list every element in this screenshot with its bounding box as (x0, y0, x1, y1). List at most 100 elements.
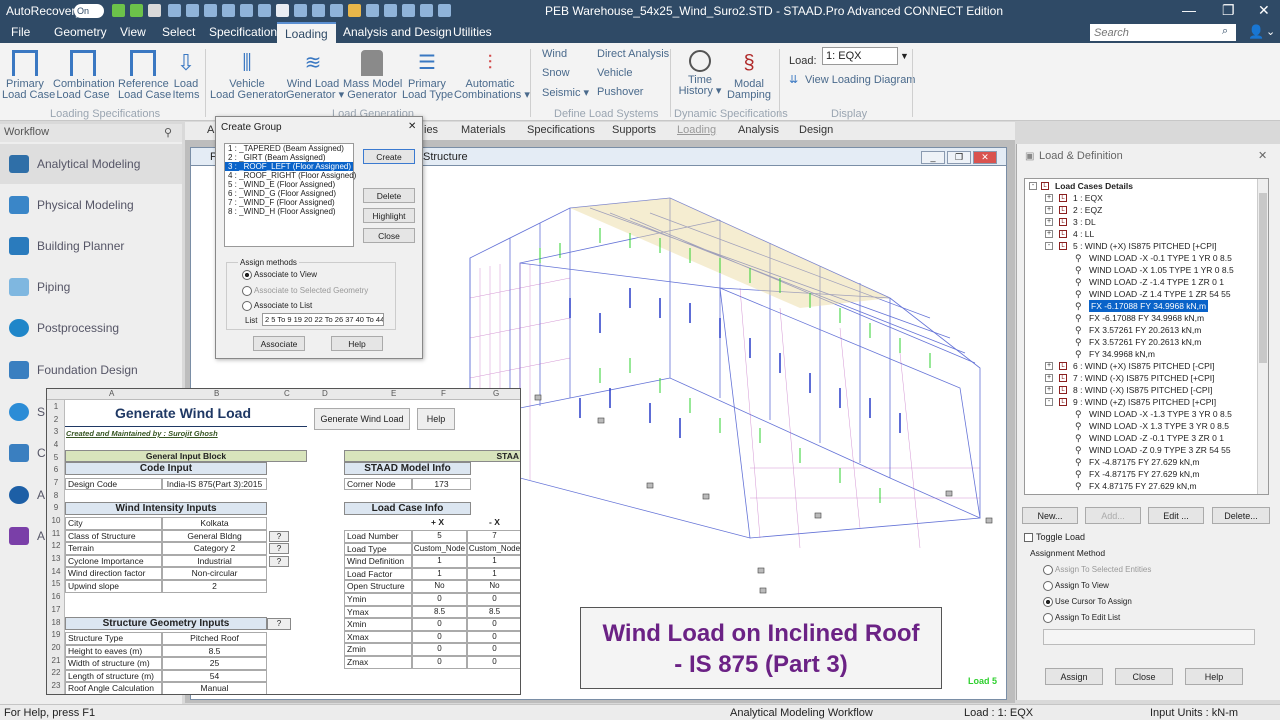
viewport-minimize-icon[interactable]: _ (921, 151, 945, 164)
menu-utilities[interactable]: Utilities (453, 25, 492, 39)
new-button[interactable]: New... (1022, 507, 1078, 524)
list-item[interactable]: 7 : _WIND_F (Floor Assigned) (225, 198, 353, 207)
seismic-button[interactable]: Seismic ▾ (542, 86, 589, 99)
load-cases-tree[interactable]: - L Load Cases Details + L 1 : EQX + L 2 : EQ… (1024, 178, 1269, 495)
load-case-minus-x[interactable]: Custom_Node (467, 542, 520, 556)
chevron-down-icon[interactable]: ⌄ (1266, 25, 1275, 38)
tree-load-case[interactable]: 7 : WIND (-X) IS875 PITCHED [+CPI] (1073, 372, 1214, 384)
load-items-button[interactable]: ⇩ Load Items (170, 50, 202, 101)
search-input[interactable] (1090, 24, 1236, 41)
load-case-minus-x[interactable]: 0 (467, 618, 520, 631)
load-case-plus-x[interactable]: 0 (412, 630, 467, 644)
geometry-help-button[interactable]: ? (267, 618, 291, 630)
list-input[interactable]: 2 5 To 9 19 20 22 To 26 37 40 To 44 E (262, 313, 384, 326)
associate-geometry-radio[interactable]: Associate to Selected Geometry (242, 286, 368, 296)
vehicle-load-generator-button[interactable]: ⫼ Vehicle Load Generator (210, 50, 287, 101)
close-button[interactable]: Close (363, 228, 415, 243)
help-button[interactable]: Help (331, 336, 383, 351)
snap-icon[interactable] (402, 4, 415, 17)
tree-load-item[interactable]: WIND LOAD -Z -0.1 TYPE 3 ZR 0 1 (1089, 432, 1224, 444)
tree-load-item[interactable]: FY 34.9968 kN,m (1089, 348, 1155, 360)
tree-load-item[interactable]: FX -6.17088 FY 34.9968 kN,m (1089, 300, 1209, 312)
close-icon[interactable]: ✕ (1258, 2, 1270, 19)
tab-a[interactable]: A (207, 124, 214, 136)
delete-load-button[interactable]: Delete... (1212, 507, 1270, 524)
wind-input-value[interactable]: Non-circular (162, 567, 267, 580)
load-case-plus-x[interactable]: 0 (412, 618, 467, 631)
menu-select[interactable]: Select (162, 25, 195, 39)
tree-load-item[interactable]: WIND LOAD -Z 0.9 TYPE 3 ZR 54 55 (1089, 444, 1231, 456)
tree-load-item[interactable]: FX -4.87175 FY 27.629 kN,m (1089, 468, 1199, 480)
tree-load-item[interactable]: FX 3.57261 FY 20.2613 kN,m (1089, 336, 1201, 348)
view-loading-diagram-button[interactable]: View Loading Diagram (805, 74, 915, 86)
load-case-plus-x[interactable]: 1 (412, 567, 467, 581)
search-icon[interactable]: ⌕ (1222, 25, 1228, 38)
panel-help-button[interactable]: Help (1185, 668, 1243, 685)
tab-materials[interactable]: Materials (461, 124, 506, 136)
load-case-minus-x[interactable]: 0 (467, 593, 520, 606)
chevron-down-icon[interactable]: ▼ (900, 51, 909, 61)
tree-load-case[interactable]: 3 : DL (1073, 216, 1096, 228)
pin-icon[interactable]: ⚲ (164, 126, 172, 139)
menu-geometry[interactable]: Geometry (54, 25, 107, 39)
menu-loading[interactable]: Loading (277, 22, 336, 43)
menu-analysis-design[interactable]: Analysis and Design (343, 25, 452, 39)
tree-load-case[interactable]: 5 : WIND (+X) IS875 PITCHED [+CPI] (1073, 240, 1217, 252)
load-case-plus-x[interactable]: 0 (412, 656, 467, 669)
geometry-value[interactable]: Manual (162, 682, 267, 694)
collapse-icon[interactable]: - (1029, 182, 1037, 190)
viewport-close-icon[interactable]: ✕ (973, 151, 997, 164)
associate-button[interactable]: Associate (253, 336, 305, 351)
workflow-building-planner[interactable]: Building Planner (0, 226, 182, 266)
panel-close-icon[interactable]: ✕ (1258, 149, 1267, 162)
restore-icon[interactable]: ❐ (1222, 2, 1235, 19)
tree-load-item[interactable]: FX 3.57261 FY 20.2613 kN,m (1089, 324, 1201, 336)
tree-load-item[interactable]: WIND LOAD -X 1.3 TYPE 3 YR 0 8.5 (1089, 420, 1229, 432)
collapse-icon[interactable]: - (1045, 242, 1053, 250)
print-icon[interactable] (258, 4, 271, 17)
tab-design[interactable]: Design (799, 124, 833, 136)
load-case-minus-x[interactable]: 8.5 (467, 605, 520, 619)
tree-root[interactable]: Load Cases Details (1055, 180, 1133, 192)
design-code-value[interactable]: India-IS 875(Part 3):2015 (162, 478, 267, 490)
back-icon[interactable] (112, 4, 125, 17)
load-case-minus-x[interactable]: 0 (467, 656, 520, 669)
tree-load-item[interactable]: WIND LOAD -Z 1.4 TYPE 1 ZR 54 55 (1089, 288, 1231, 300)
use-cursor-radio[interactable]: Use Cursor To Assign (1043, 597, 1132, 607)
add-button[interactable]: Add... (1085, 507, 1141, 524)
expand-icon[interactable]: + (1045, 230, 1053, 238)
tree-load-item[interactable]: FX -4.87175 FY 27.629 kN,m (1089, 456, 1199, 468)
excel-help-button[interactable]: Help (417, 408, 455, 430)
group-list[interactable]: 1 : _TAPERED (Beam Assigned) 2 : _GIRT (… (224, 143, 356, 247)
list-item[interactable]: 3 : _ROOF_LEFT (Floor Assigned) (225, 162, 353, 171)
list-item[interactable]: 2 : _GIRT (Beam Assigned) (225, 153, 353, 162)
save-icon[interactable] (186, 4, 199, 17)
menu-specification[interactable]: Specification (209, 25, 277, 39)
geometry-value[interactable]: Pitched Roof (162, 632, 267, 645)
tree-load-case[interactable]: 9 : WIND (+Z) IS875 PITCHED [+CPI] (1073, 396, 1216, 408)
list-item[interactable]: 4 : _ROOF_RIGHT (Floor Assigned) (225, 171, 356, 180)
workflow-postprocessing[interactable]: Postprocessing (0, 308, 182, 348)
assign-edit-list-radio[interactable]: Assign To Edit List (1043, 613, 1120, 623)
open-icon[interactable] (168, 4, 181, 17)
primary-load-case-button[interactable]: Primary Load Case (2, 50, 55, 101)
workflow-analytical-modeling[interactable]: Analytical Modeling (0, 144, 182, 184)
geometry-value[interactable]: 25 (162, 657, 267, 670)
help-question-button[interactable]: ? (269, 530, 289, 542)
expand-icon[interactable]: + (1045, 218, 1053, 226)
tree-load-item[interactable]: FX 4.87175 FY 27.629 kN,m (1089, 480, 1197, 492)
list-item[interactable]: 5 : _WIND_E (Floor Assigned) (225, 180, 353, 189)
rotate-icon[interactable] (312, 4, 325, 17)
pushover-button[interactable]: Pushover (597, 86, 643, 98)
panel-close-button[interactable]: Close (1115, 668, 1173, 685)
help-question-button[interactable]: ? (269, 543, 289, 555)
wind-input-value[interactable]: Category 2 (162, 542, 267, 555)
list-item[interactable]: 8 : _WIND_H (Floor Assigned) (225, 207, 353, 216)
load-case-plus-x[interactable]: No (412, 580, 467, 593)
list-item[interactable]: 1 : _TAPERED (Beam Assigned) (225, 144, 353, 153)
associate-view-radio[interactable]: Associate to View (242, 270, 317, 280)
load-case-minus-x[interactable]: 7 (467, 530, 520, 543)
highlight-button[interactable]: Highlight (363, 208, 415, 223)
tree-load-item[interactable]: FX -6.17088 FY 34.9968 kN,m (1089, 312, 1204, 324)
view-icon[interactable] (384, 4, 397, 17)
